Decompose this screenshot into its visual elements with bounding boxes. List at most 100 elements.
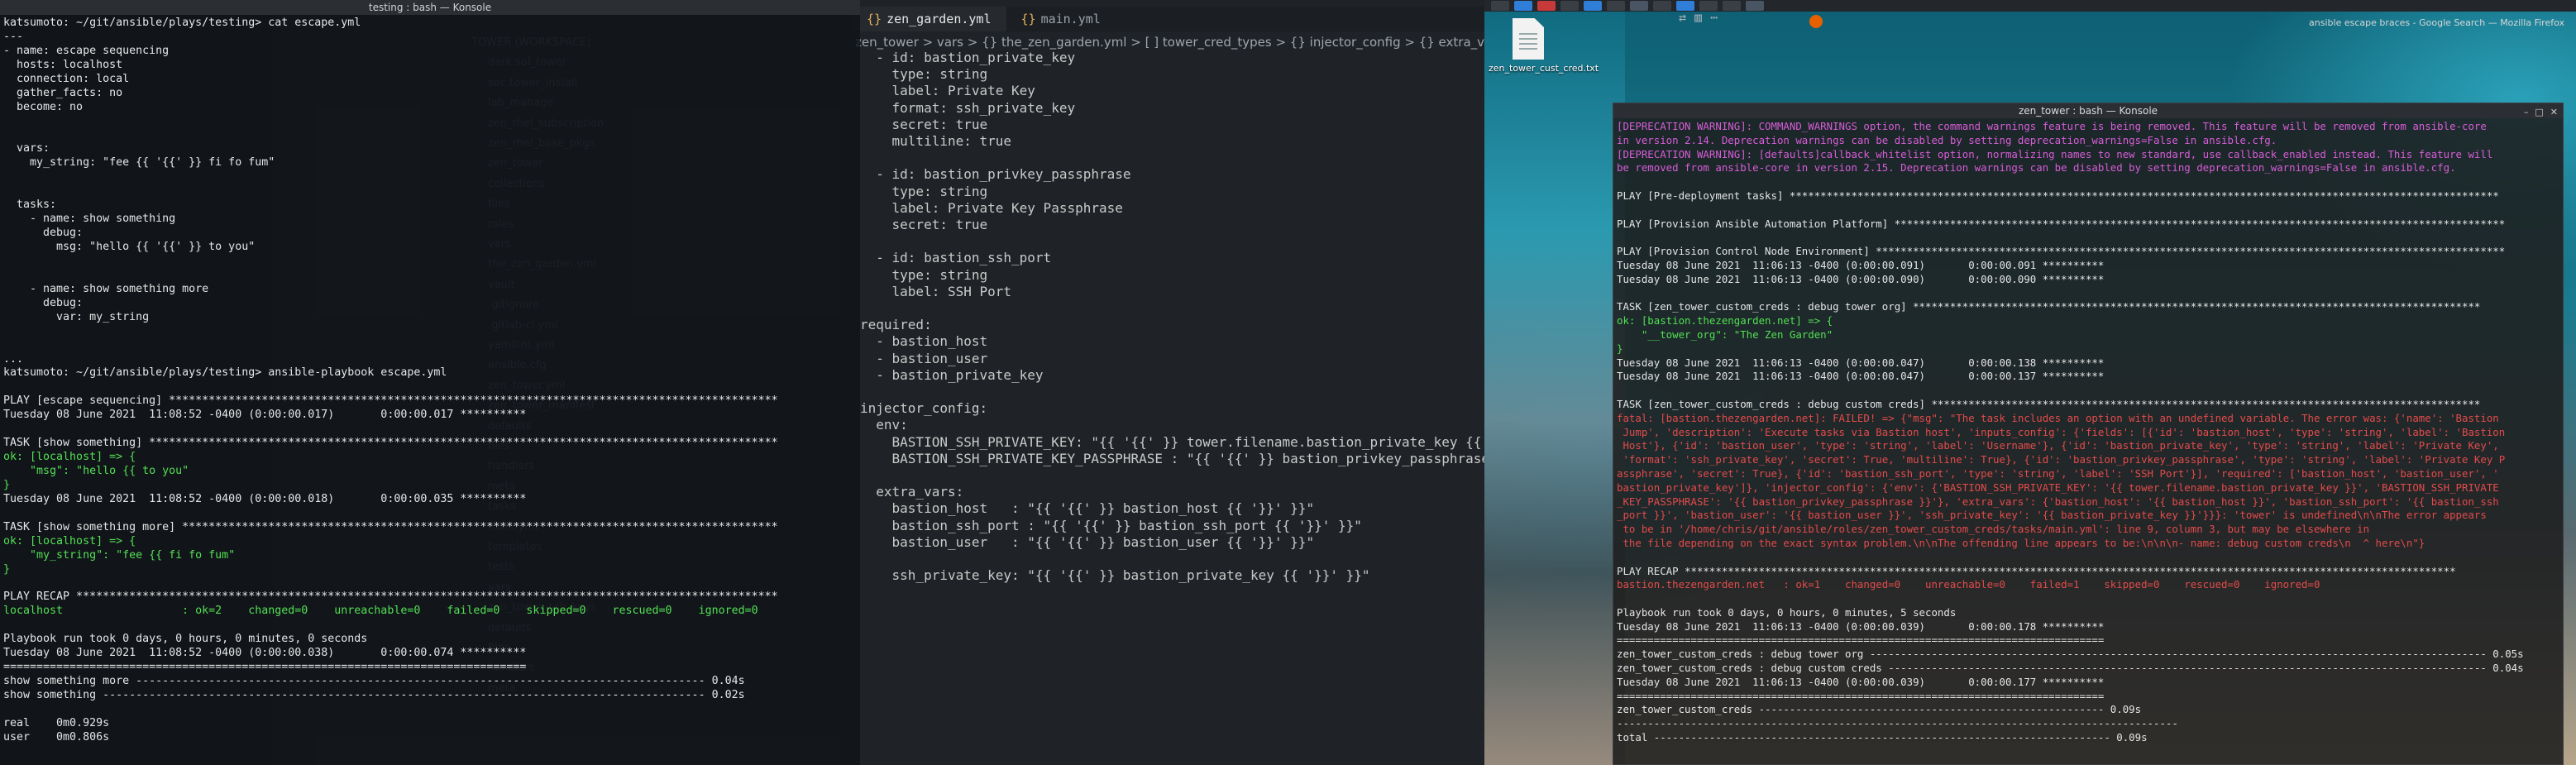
terminal-line: PLAY [Provision Ansible Automation Platf… [1617, 217, 2506, 230]
taskbar-launcher-5[interactable] [1584, 1, 1602, 11]
terminal-line: Tuesday 08 June 2021 11:06:13 -0400 (0:0… [1617, 258, 2105, 271]
desktop-file-label[interactable]: zen_tower_cust_cred.txt [1489, 63, 1599, 74]
terminal-line: Playbook run took 0 days, 0 hours, 0 min… [1617, 605, 1957, 619]
code-line: label: Private Key Passphrase [860, 199, 1123, 216]
terminal-line: TASK [zen_tower_custom_creds : debug cus… [1617, 397, 2481, 410]
code-line: - bastion_private_key [860, 366, 1044, 383]
split-editor-icon[interactable]: ▥ [1694, 10, 1702, 25]
terminal-line: ... [3, 352, 24, 366]
terminal-line: assphrase', 'secret': True}, {'id': 'bas… [1617, 466, 2499, 480]
code-line: type: string [860, 266, 988, 283]
terminal-output[interactable]: katsumoto: ~/git/ansible/plays/testing> … [0, 15, 860, 765]
more-actions-icon[interactable]: ⋯ [1710, 10, 1718, 25]
code-line: - id: bastion_privkey_passphrase [860, 166, 1131, 183]
taskbar-launcher-2[interactable] [1514, 1, 1532, 11]
code-line: label: Private Key [860, 83, 1035, 99]
taskbar-launcher-3[interactable] [1537, 1, 1556, 11]
code-line: bastion_user : "{{ '{{' }} bastion_user … [860, 533, 1315, 550]
editor-toolbar: ⇄ ▥ ⋯ [1679, 10, 1718, 25]
editor-tab-bar: {} zen_garden.yml {} main.yml [852, 7, 1484, 31]
terminal-line: PLAY [escape sequencing] ***************… [3, 394, 778, 408]
code-line: env: [860, 417, 908, 433]
window-title-bar[interactable]: zen_tower : bash — Konsole – □ ✕ [1613, 103, 2563, 118]
terminal-line: Tuesday 08 June 2021 11:08:52 -0400 (0:0… [3, 492, 527, 505]
terminal-line: [DEPRECATION WARNING]: [defaults]callbac… [1617, 147, 2493, 160]
taskbar-launcher-4[interactable] [1560, 1, 1579, 11]
code-line: type: string [860, 66, 988, 83]
taskbar-launcher-11[interactable] [1723, 1, 1741, 11]
terminal-line: Tuesday 08 June 2021 11:06:13 -0400 (0:0… [1617, 675, 2105, 688]
terminal-line: "__tower_org": "The Zen Garden" [1617, 328, 1833, 341]
terminal-line: Tuesday 08 June 2021 11:08:52 -0400 (0:0… [3, 409, 527, 422]
terminal-line: - name: escape sequencing [3, 44, 170, 57]
taskbar-launcher-12[interactable] [1746, 1, 1764, 11]
tab-zen-garden[interactable]: {} zen_garden.yml [852, 7, 1006, 31]
window-title: zen_tower : bash — Konsole [2018, 105, 2158, 117]
terminal-line: fatal: [bastion.thezengarden.net]: FAILE… [1617, 411, 2499, 424]
terminal-line: zen_tower_custom_creds -----------------… [1617, 703, 2142, 716]
terminal-line: TASK [show something more] *************… [3, 520, 778, 533]
terminal-line: localhost : ok=2 changed=0 unreachable=0… [3, 605, 758, 618]
code-line: label: SSH Port [860, 283, 1012, 299]
code-line: - id: bastion_ssh_port [860, 250, 1052, 266]
code-line: multiline: true [860, 133, 1012, 149]
terminal-line: in version 2.14. Deprecation warnings ca… [1617, 133, 2277, 146]
terminal-line: show something more --------------------… [3, 675, 745, 688]
terminal-line: katsumoto: ~/git/ansible/plays/testing> … [3, 17, 361, 29]
terminal-line: bastion_private_key']}, 'injector_config… [1617, 481, 2499, 494]
terminal-line: } [3, 562, 11, 576]
terminal-output[interactable]: [DEPRECATION WARNING]: COMMAND_WARNINGS … [1613, 118, 2563, 764]
compare-icon[interactable]: ⇄ [1679, 10, 1686, 25]
terminal-line: PLAY RECAP *****************************… [3, 590, 778, 604]
code-line: BASTION_SSH_PRIVATE_KEY: "{{ '{{' }} tow… [860, 433, 1484, 450]
code-line: bastion_ssh_port : "{{ '{{' }} bastion_s… [860, 517, 1362, 533]
code-line: secret: true [860, 217, 988, 232]
terminal-line: Host'}, {'id': 'bastion_user', 'type': '… [1617, 439, 2499, 452]
terminal-line: ok: [bastion.thezengarden.net] => { [1617, 314, 1833, 328]
konsole-window-right[interactable]: zen_tower : bash — Konsole – □ ✕ [DEPREC… [1613, 103, 2564, 765]
code-line: required: [860, 317, 932, 333]
terminal-line: ok: [localhost] => { [3, 534, 136, 547]
konsole-window-left[interactable]: testing : bash — Konsole katsumoto: ~/gi… [0, 0, 860, 765]
taskbar-launcher-7[interactable] [1630, 1, 1648, 11]
terminal-line: vars: [3, 142, 50, 155]
code-line: extra_vars: [860, 484, 964, 500]
terminal-line: } [1617, 342, 1623, 355]
tab-main[interactable]: {} main.yml [1006, 7, 1116, 31]
taskbar-launcher-1[interactable] [1491, 1, 1509, 11]
taskbar-launcher-8[interactable] [1653, 1, 1671, 11]
terminal-line: 'format': 'ssh_private_key', 'secret': T… [1617, 453, 2506, 466]
terminal-line: user 0m0.806s [3, 730, 110, 743]
window-title[interactable]: testing : bash — Konsole [0, 0, 860, 15]
desktop-file[interactable]: zen_tower_cust_cred.txt [1489, 18, 1599, 74]
terminal-line: zen_tower_custom_creds : debug custom cr… [1617, 662, 2524, 675]
editor-code-area[interactable]: - id: bastion_private_key type: string l… [852, 50, 1484, 765]
terminal-line: "msg": "hello {{ to you" [3, 465, 189, 477]
desktop: ansible escape braces - Google Search — … [0, 0, 2576, 765]
code-line: - bastion_user [860, 350, 988, 366]
terminal-line: hosts: localhost [3, 58, 123, 71]
terminal-line: ok: [localhost] => { [3, 451, 136, 464]
terminal-line: debug: [3, 296, 84, 309]
firefox-window-title[interactable]: ansible escape braces - Google Search — … [1811, 12, 2576, 33]
taskbar-launcher-6[interactable] [1607, 1, 1625, 11]
terminal-line: total ----------------------------------… [1617, 731, 2148, 744]
code-line: injector_config: [860, 400, 988, 417]
text-file-icon[interactable] [1513, 18, 1544, 60]
terminal-line: _KEY_PASSPHRASE': '{{ bastion_privkey_pa… [1617, 495, 2499, 508]
code-line: secret: true [860, 116, 988, 132]
